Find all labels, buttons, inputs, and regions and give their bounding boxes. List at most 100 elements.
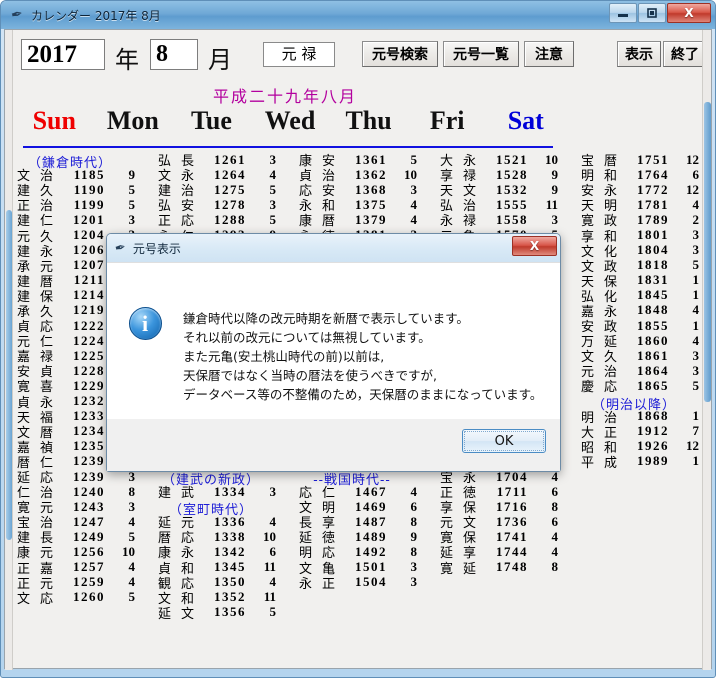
era-start-month: 4 — [128, 559, 136, 575]
close-button[interactable]: X — [667, 3, 711, 23]
maximize-button[interactable] — [638, 3, 666, 23]
dialog-message-line: それ以前の改元については無視しています。 — [183, 330, 431, 345]
era-row: 平成 1989 1 — [569, 453, 710, 471]
era-start-year: 1860 — [637, 332, 669, 348]
ok-button[interactable]: OK — [462, 429, 546, 453]
era-start-month: 3 — [551, 211, 559, 227]
era-start-year: 1264 — [214, 166, 246, 182]
era-start-year: 1352 — [214, 589, 246, 605]
era-start-year: 1912 — [637, 423, 669, 439]
era-start-month: 11 — [263, 589, 276, 605]
era-start-month: 4 — [410, 483, 418, 499]
era-start-month: 4 — [269, 574, 277, 590]
era-start-month: 4 — [269, 513, 277, 529]
vertical-scrollbar[interactable] — [702, 30, 711, 670]
era-start-month: 3 — [692, 242, 700, 258]
era-start-month: 1 — [692, 272, 700, 288]
era-start-month: 11 — [263, 559, 276, 575]
title-bar: ✒ カレンダー 2017年 8月 X — [1, 1, 715, 29]
era-start-month: 5 — [692, 257, 700, 273]
era-row: 文応 1260 5 — [5, 589, 146, 607]
era-start-year: 1521 — [496, 151, 528, 167]
era-start-month: 4 — [692, 196, 700, 212]
era-start-month: 6 — [410, 498, 418, 514]
era-start-month: 5 — [692, 377, 700, 393]
era-start-year: 1243 — [73, 498, 105, 514]
era-start-year: 1375 — [355, 196, 387, 212]
era-start-month: 9 — [128, 166, 136, 182]
era-start-month: 7 — [692, 423, 700, 439]
era-start-month: 12 — [686, 438, 699, 454]
dialog-footer: OK — [107, 419, 560, 471]
era-start-year: 1379 — [355, 211, 387, 227]
exit-button[interactable]: 終了 — [663, 41, 707, 67]
display-button[interactable]: 表示 — [617, 41, 661, 67]
gengo-list-button[interactable]: 元号一覧 — [443, 41, 519, 67]
wareki-title: 平成二十九年八月 — [212, 87, 357, 106]
era-start-month: 12 — [686, 181, 699, 197]
era-start-year: 1744 — [496, 543, 528, 559]
era-start-year: 1865 — [637, 377, 669, 393]
era-start-month: 5 — [269, 604, 277, 620]
era-start-year: 1848 — [637, 302, 669, 318]
era-start-month: 3 — [128, 498, 136, 514]
era-start-month: 10 — [545, 151, 558, 167]
era-start-month: 5 — [128, 196, 136, 212]
era-start-year: 1555 — [496, 196, 528, 212]
era-start-year: 1214 — [73, 287, 105, 303]
era-start-year: 1818 — [637, 257, 669, 273]
era-start-year: 1748 — [496, 559, 528, 575]
month-input[interactable]: 8 — [150, 39, 198, 70]
gengo-search-button[interactable]: 元号検索 — [362, 41, 438, 67]
era-start-year: 1190 — [73, 181, 105, 197]
header-divider — [23, 146, 553, 148]
era-start-year: 1260 — [73, 589, 105, 605]
note-button[interactable]: 注意 — [524, 41, 574, 67]
era-start-month: 1 — [692, 453, 700, 469]
era-column: 宝暦 1751 12 明和 1764 6 安永 1772 12 天明 1781 4 寛政 1789 2 享和 1… — [569, 150, 710, 668]
era-start-month: 3 — [410, 559, 418, 575]
gengo-input[interactable]: 元 禄 — [263, 42, 335, 67]
dialog-message-line: データベース等の不整備のため，天保暦のままになっています。 — [183, 387, 543, 402]
era-start-year: 1204 — [73, 227, 105, 243]
era-name: 文応 — [17, 591, 53, 607]
era-start-year: 1249 — [73, 528, 105, 544]
era-start-month: 5 — [410, 151, 418, 167]
era-start-month: 8 — [551, 498, 559, 514]
era-start-year: 1278 — [214, 196, 246, 212]
feather-icon: ✒ — [113, 239, 128, 257]
era-start-month: 5 — [128, 528, 136, 544]
dialog-close-button[interactable]: X — [512, 236, 557, 256]
minimize-button[interactable] — [609, 3, 637, 23]
era-start-month: 12 — [686, 151, 699, 167]
era-start-month: 4 — [410, 196, 418, 212]
era-start-month: 2 — [692, 211, 700, 227]
month-label: 月 — [208, 46, 232, 74]
era-start-month: 10 — [263, 528, 276, 544]
dialog-message-line: 天保暦ではなく当時の暦法を使うべきですが, — [183, 368, 437, 383]
left-scroll-thumb[interactable] — [6, 210, 12, 540]
era-start-year: 1336 — [214, 513, 246, 529]
era-start-month: 3 — [128, 211, 136, 227]
era-start-month: 10 — [404, 166, 417, 182]
vertical-scroll-thumb[interactable] — [704, 102, 711, 402]
era-start-year: 1831 — [637, 272, 669, 288]
left-scroll-track[interactable] — [5, 30, 13, 670]
era-start-month: 9 — [551, 181, 559, 197]
era-start-year: 1350 — [214, 574, 246, 590]
era-start-month: 3 — [692, 227, 700, 243]
day-name-thu: Thu — [345, 106, 392, 135]
era-start-month: 4 — [692, 332, 700, 348]
era-start-month: 3 — [269, 483, 277, 499]
era-start-month: 4 — [410, 211, 418, 227]
era-start-year: 1711 — [496, 483, 528, 499]
dialog-message-line: 鎌倉時代以降の改元時期を新暦で表示しています。 — [183, 311, 469, 326]
era-start-year: 1772 — [637, 181, 669, 197]
era-start-month: 5 — [269, 181, 277, 197]
era-start-year: 1201 — [73, 211, 105, 227]
era-start-month: 3 — [692, 347, 700, 363]
year-input[interactable]: 2017 — [21, 39, 105, 70]
era-start-year: 1247 — [73, 513, 105, 529]
era-start-year: 1232 — [73, 393, 105, 409]
era-start-year: 1467 — [355, 483, 387, 499]
